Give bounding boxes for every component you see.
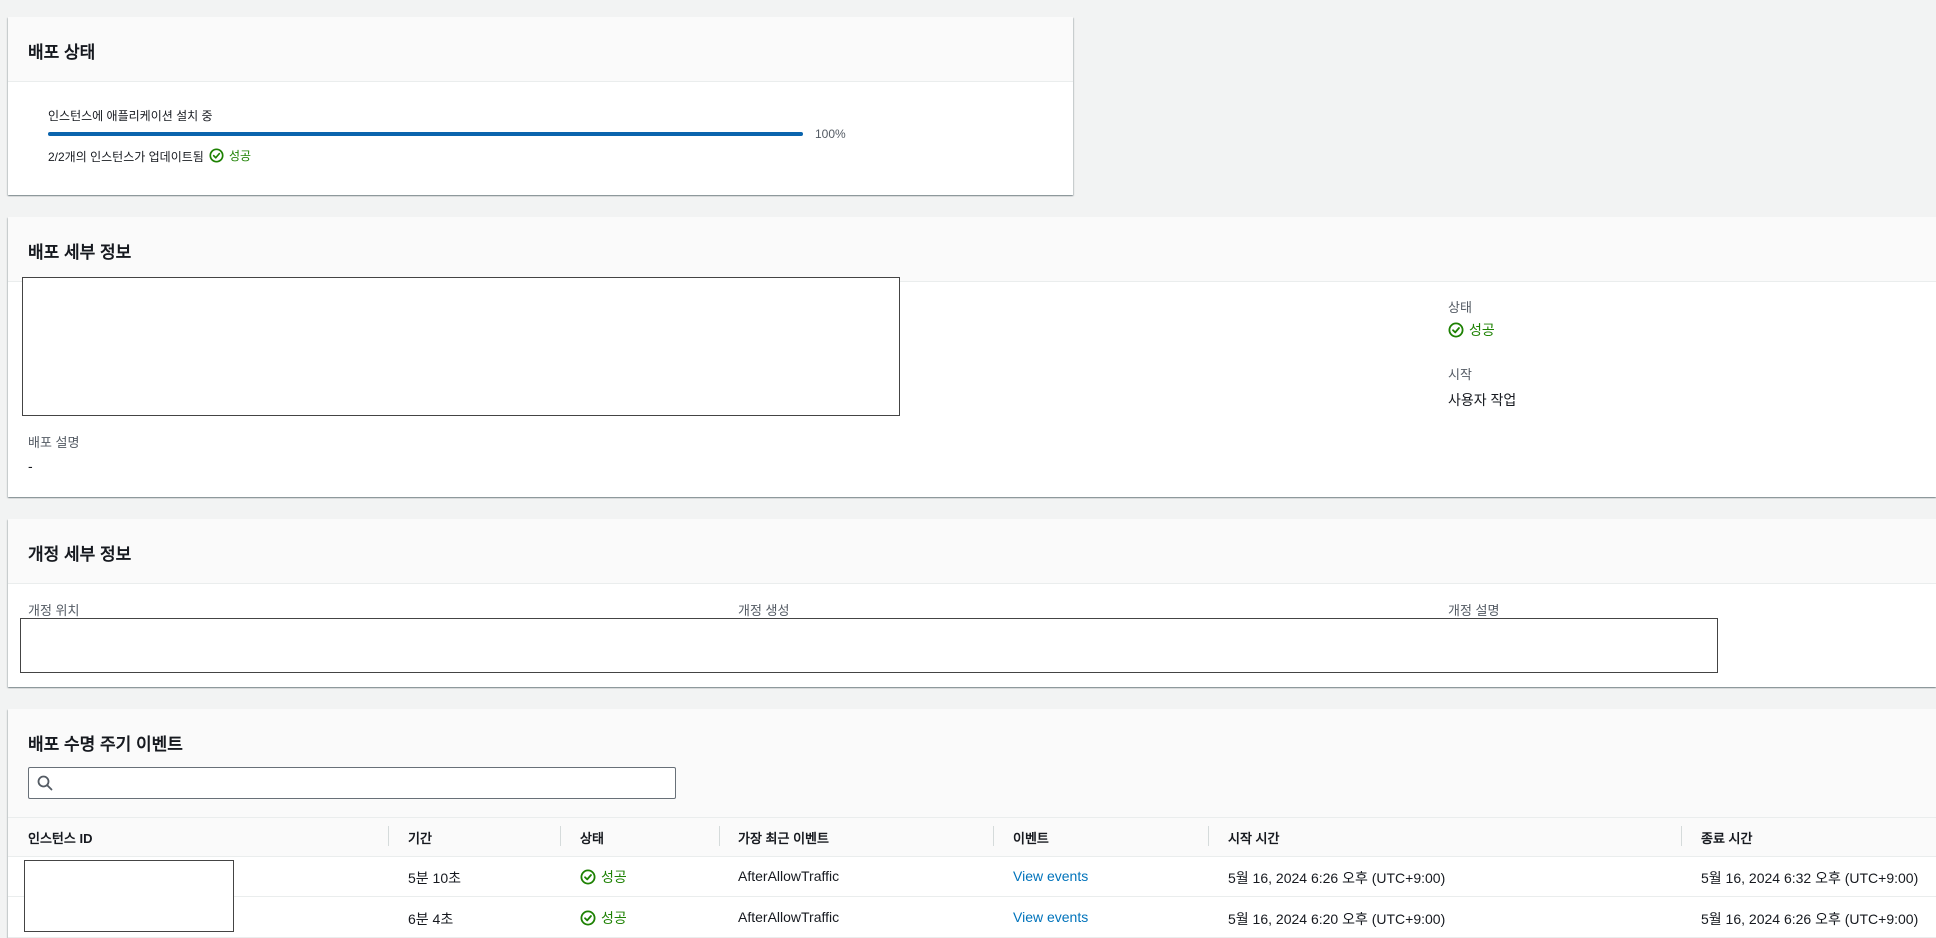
- deploy-details-header: 배포 세부 정보: [8, 217, 1936, 282]
- deploy-status-badge: 성공: [209, 147, 251, 164]
- lifecycle-events-panel: 배포 수명 주기 이벤트 인스턴스 ID 기간 상태 가장 최근 이벤트 이벤트…: [8, 709, 1936, 938]
- column-divider: [388, 826, 389, 846]
- lifecycle-events-header: 배포 수명 주기 이벤트: [8, 709, 1936, 817]
- progress-bar-fill: [48, 132, 803, 136]
- revision-description-label: 개정 설명: [1448, 603, 1500, 618]
- row-status-badge: 성공: [580, 867, 627, 887]
- instances-updated-text: 2/2개의 인스턴스가 업데이트됨: [48, 150, 204, 164]
- duration-cell: 5분 10초: [408, 870, 462, 886]
- duration-cell: 6분 4초: [408, 911, 454, 927]
- column-header-start-time[interactable]: 시작 시간: [1228, 828, 1279, 847]
- search-field[interactable]: [28, 767, 676, 799]
- revision-details-title: 개정 세부 정보: [28, 545, 132, 564]
- column-header-status[interactable]: 상태: [580, 828, 604, 847]
- column-header-end-time[interactable]: 종료 시간: [1701, 828, 1752, 847]
- column-divider: [993, 826, 994, 846]
- end-time-cell: 5월 16, 2024 6:26 오후 (UTC+9:00): [1701, 911, 1919, 927]
- column-divider: [719, 826, 720, 846]
- status-success-icon: [209, 148, 224, 163]
- table-row: 5분 10초 성공 AfterAllowTraffic View events …: [8, 856, 1936, 897]
- revision-created-label: 개정 생성: [738, 603, 790, 618]
- search-input[interactable]: [57, 770, 669, 796]
- progress-label: 인스턴스에 애플리케이션 설치 중: [48, 109, 213, 123]
- row-status-text: 성공: [601, 910, 627, 926]
- deploy-details-status-badge: 성공: [1448, 320, 1495, 340]
- column-header-events[interactable]: 이벤트: [1013, 828, 1049, 847]
- deploy-description-value: -: [28, 458, 33, 474]
- column-header-duration[interactable]: 기간: [408, 828, 432, 847]
- revision-location-label: 개정 위치: [28, 603, 80, 618]
- start-time-cell: 5월 16, 2024 6:20 오후 (UTC+9:00): [1228, 911, 1446, 927]
- table-header: 인스턴스 ID 기간 상태 가장 최근 이벤트 이벤트 시작 시간 종료 시간: [8, 817, 1936, 857]
- deploy-status-text: 성공: [229, 149, 252, 163]
- view-events-link[interactable]: View events: [1013, 909, 1088, 925]
- status-success-icon: [580, 910, 596, 926]
- row-status-badge: 성공: [580, 908, 627, 928]
- revision-details-header: 개정 세부 정보: [8, 519, 1936, 584]
- column-divider: [560, 826, 561, 846]
- deploy-details-panel: 배포 세부 정보 상태 성공 시작 사용자 작업 배포 설명 -: [8, 217, 1936, 497]
- lifecycle-events-title: 배포 수명 주기 이벤트: [28, 735, 183, 754]
- redacted-region: [20, 618, 1718, 673]
- start-time-cell: 5월 16, 2024 6:26 오후 (UTC+9:00): [1228, 870, 1446, 886]
- deploy-details-title: 배포 세부 정보: [28, 243, 132, 262]
- progress-bar: [48, 132, 803, 136]
- latest-event-cell: AfterAllowTraffic: [738, 868, 840, 884]
- deploy-status-title: 배포 상태: [28, 43, 96, 62]
- latest-event-cell: AfterAllowTraffic: [738, 909, 840, 925]
- row-status-text: 성공: [601, 869, 627, 885]
- end-time-cell: 5월 16, 2024 6:32 오후 (UTC+9:00): [1701, 870, 1919, 886]
- column-divider: [1208, 826, 1209, 846]
- revision-details-panel: 개정 세부 정보 개정 위치 개정 생성 개정 설명: [8, 519, 1936, 687]
- status-success-icon: [580, 869, 596, 885]
- search-icon: [37, 775, 53, 791]
- column-divider: [1681, 826, 1682, 846]
- redacted-region: [24, 860, 234, 932]
- start-value: 사용자 작업: [1448, 392, 1517, 408]
- column-header-instance-id[interactable]: 인스턴스 ID: [28, 828, 92, 847]
- column-header-latest-event[interactable]: 가장 최근 이벤트: [738, 828, 829, 847]
- deploy-status-header: 배포 상태: [8, 17, 1073, 82]
- deploy-description-label: 배포 설명: [28, 435, 80, 450]
- table-row: 6분 4초 성공 AfterAllowTraffic View events 5…: [8, 897, 1936, 938]
- deploy-details-status-text: 성공: [1469, 322, 1495, 338]
- status-success-icon: [1448, 322, 1464, 338]
- start-label: 시작: [1448, 367, 1472, 382]
- progress-percent: 100%: [815, 127, 846, 141]
- deploy-status-panel: 배포 상태 인스턴스에 애플리케이션 설치 중 100% 2/2개의 인스턴스가…: [8, 17, 1073, 195]
- redacted-region: [22, 277, 900, 416]
- view-events-link[interactable]: View events: [1013, 868, 1088, 884]
- deploy-status-label: 상태: [1448, 300, 1472, 315]
